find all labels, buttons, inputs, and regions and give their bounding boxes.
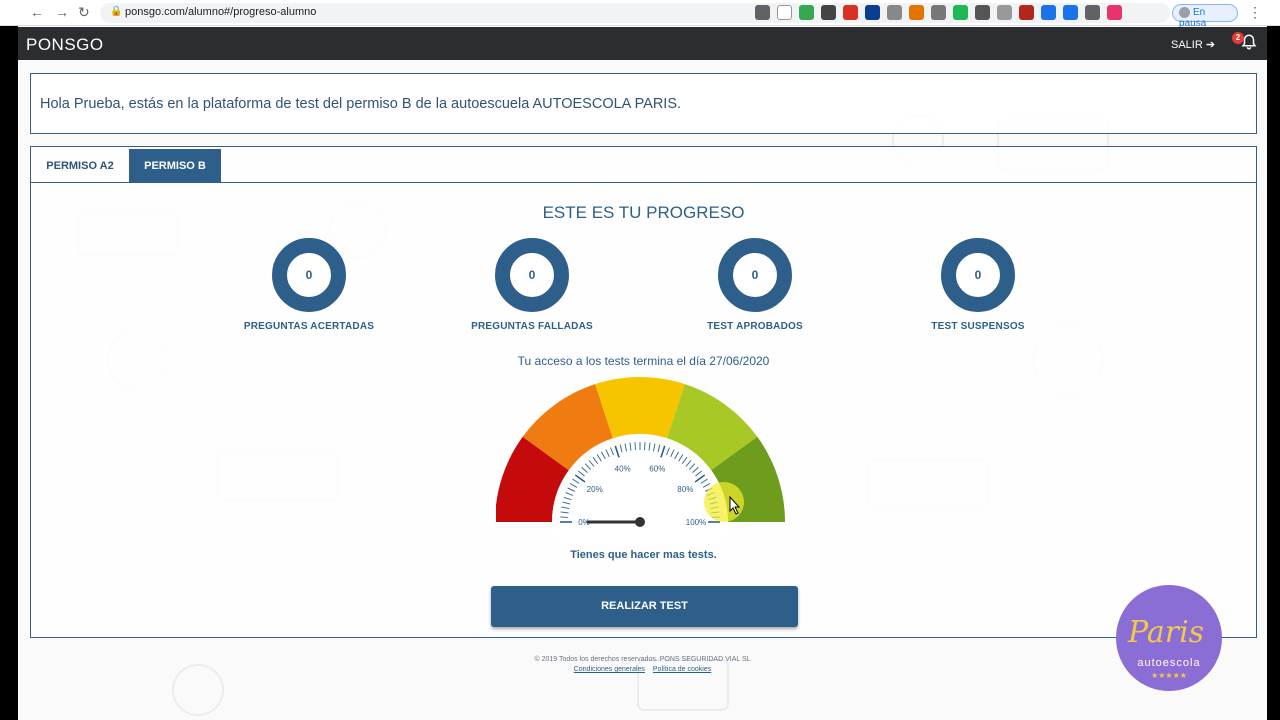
stat-label: PREGUNTAS FALLADAS <box>471 321 593 332</box>
extension-icon[interactable] <box>1063 5 1078 20</box>
extension-icon[interactable] <box>887 5 902 20</box>
profile-button[interactable]: En pausa <box>1172 4 1238 29</box>
adblock-icon[interactable] <box>843 5 858 20</box>
extension-icon[interactable] <box>1107 5 1122 20</box>
right-border <box>1267 26 1280 720</box>
gauge-tick <box>560 516 569 518</box>
stat-ring: 0 <box>718 238 792 312</box>
star-icon[interactable] <box>777 5 792 20</box>
extension-icon[interactable] <box>1085 5 1100 20</box>
stat-ring: 0 <box>941 238 1015 312</box>
key-icon[interactable] <box>755 5 770 20</box>
access-expiry: Tu acceso a los tests termina el día 27/… <box>517 354 770 368</box>
reload-icon[interactable]: ↻ <box>78 4 90 21</box>
extension-icons <box>755 5 1122 20</box>
extension-icon[interactable] <box>931 5 946 20</box>
terms-link[interactable]: Condiciones generales <box>574 666 645 673</box>
extension-icon[interactable] <box>997 5 1012 20</box>
extension-icon[interactable] <box>799 5 814 20</box>
logo-script: Paris <box>1128 615 1205 650</box>
brand-logo[interactable]: PONSGO <box>26 35 104 55</box>
stat-failed-tests: 0 TEST SUSPENSOS <box>898 238 1058 332</box>
left-border <box>0 26 18 720</box>
stat-passed: 0 TEST APROBADOS <box>675 238 835 332</box>
cursor-highlight <box>704 482 744 522</box>
extension-icon[interactable] <box>821 5 836 20</box>
extension-icon[interactable] <box>865 5 880 20</box>
progress-card: PERMISO A2 PERMISO B ESTE ES TU PROGRESO… <box>30 146 1257 638</box>
stat-failed: 0 PREGUNTAS FALLADAS <box>452 238 612 332</box>
gauge-tick-label: 20% <box>587 485 603 494</box>
logout-button[interactable]: SALIR ➔ <box>1171 38 1215 51</box>
pdf-icon[interactable] <box>1019 5 1034 20</box>
start-test-button[interactable]: REALIZAR TEST <box>491 586 798 627</box>
extension-icon[interactable] <box>909 5 924 20</box>
autoescola-paris-logo: Paris autoescola ★★★★★ <box>1116 585 1222 691</box>
stat-correct: 0 PREGUNTAS ACERTADAS <box>229 238 389 332</box>
gauge-tick-label: 40% <box>615 465 631 474</box>
copyright-text: © 2019 Todos los derechos reservados. PO… <box>534 656 751 663</box>
gauge-tick <box>644 442 646 451</box>
extension-icon[interactable] <box>975 5 990 20</box>
gauge-hub <box>635 517 645 527</box>
bell-icon[interactable] <box>1240 33 1258 51</box>
back-icon[interactable]: ← <box>30 4 44 20</box>
extension-icon[interactable] <box>1041 5 1056 20</box>
app-header: PONSGO SALIR ➔ 2 <box>18 27 1267 60</box>
tab-permiso-a2[interactable]: PERMISO A2 <box>31 149 129 182</box>
progress-gauge: 0%20%40% 60%80%100% <box>496 377 785 547</box>
logo-subtitle: autoescola <box>1137 657 1201 669</box>
greeting-text: Hola Prueba, estás en la plataforma de t… <box>40 96 682 112</box>
logout-icon: ➔ <box>1205 39 1216 51</box>
stat-label: TEST APROBADOS <box>707 321 803 332</box>
url-text: ponsgo.com/alumno#/progreso-alumno <box>125 6 317 18</box>
gauge-tick-label: 80% <box>677 485 693 494</box>
logo-stars: ★★★★★ <box>1151 671 1187 680</box>
stat-ring: 0 <box>495 238 569 312</box>
menu-icon[interactable]: ⋮ <box>1248 4 1262 21</box>
gauge-tick <box>634 442 636 451</box>
license-tabs: PERMISO A2 PERMISO B <box>31 147 1256 183</box>
stat-label: PREGUNTAS ACERTADAS <box>243 321 375 332</box>
lock-icon: 🔒 <box>110 6 123 17</box>
cookies-link[interactable]: Política de cookies <box>653 666 711 673</box>
gauge-tick-label: 100% <box>686 518 706 527</box>
progress-title: ESTE ES TU PROGRESO <box>542 203 745 222</box>
gauge-tick-label: 60% <box>649 465 665 474</box>
greeting-banner: Hola Prueba, estás en la plataforma de t… <box>30 73 1257 134</box>
progress-message: Tienes que hacer mas tests. <box>570 549 717 561</box>
stat-ring: 0 <box>272 238 346 312</box>
avatar <box>1179 7 1190 18</box>
forward-icon[interactable]: → <box>55 4 69 20</box>
footer: © 2019 Todos los derechos reservados. PO… <box>18 656 1267 673</box>
stat-label: TEST SUSPENSOS <box>931 321 1025 332</box>
tab-permiso-b[interactable]: PERMISO B <box>129 149 221 182</box>
browser-toolbar: ← → ↻ 🔒 ponsgo.com/alumno#/progreso-alum… <box>0 0 1280 29</box>
extension-icon[interactable] <box>953 5 968 20</box>
main-content: Hola Prueba, estás en la plataforma de t… <box>18 60 1267 720</box>
